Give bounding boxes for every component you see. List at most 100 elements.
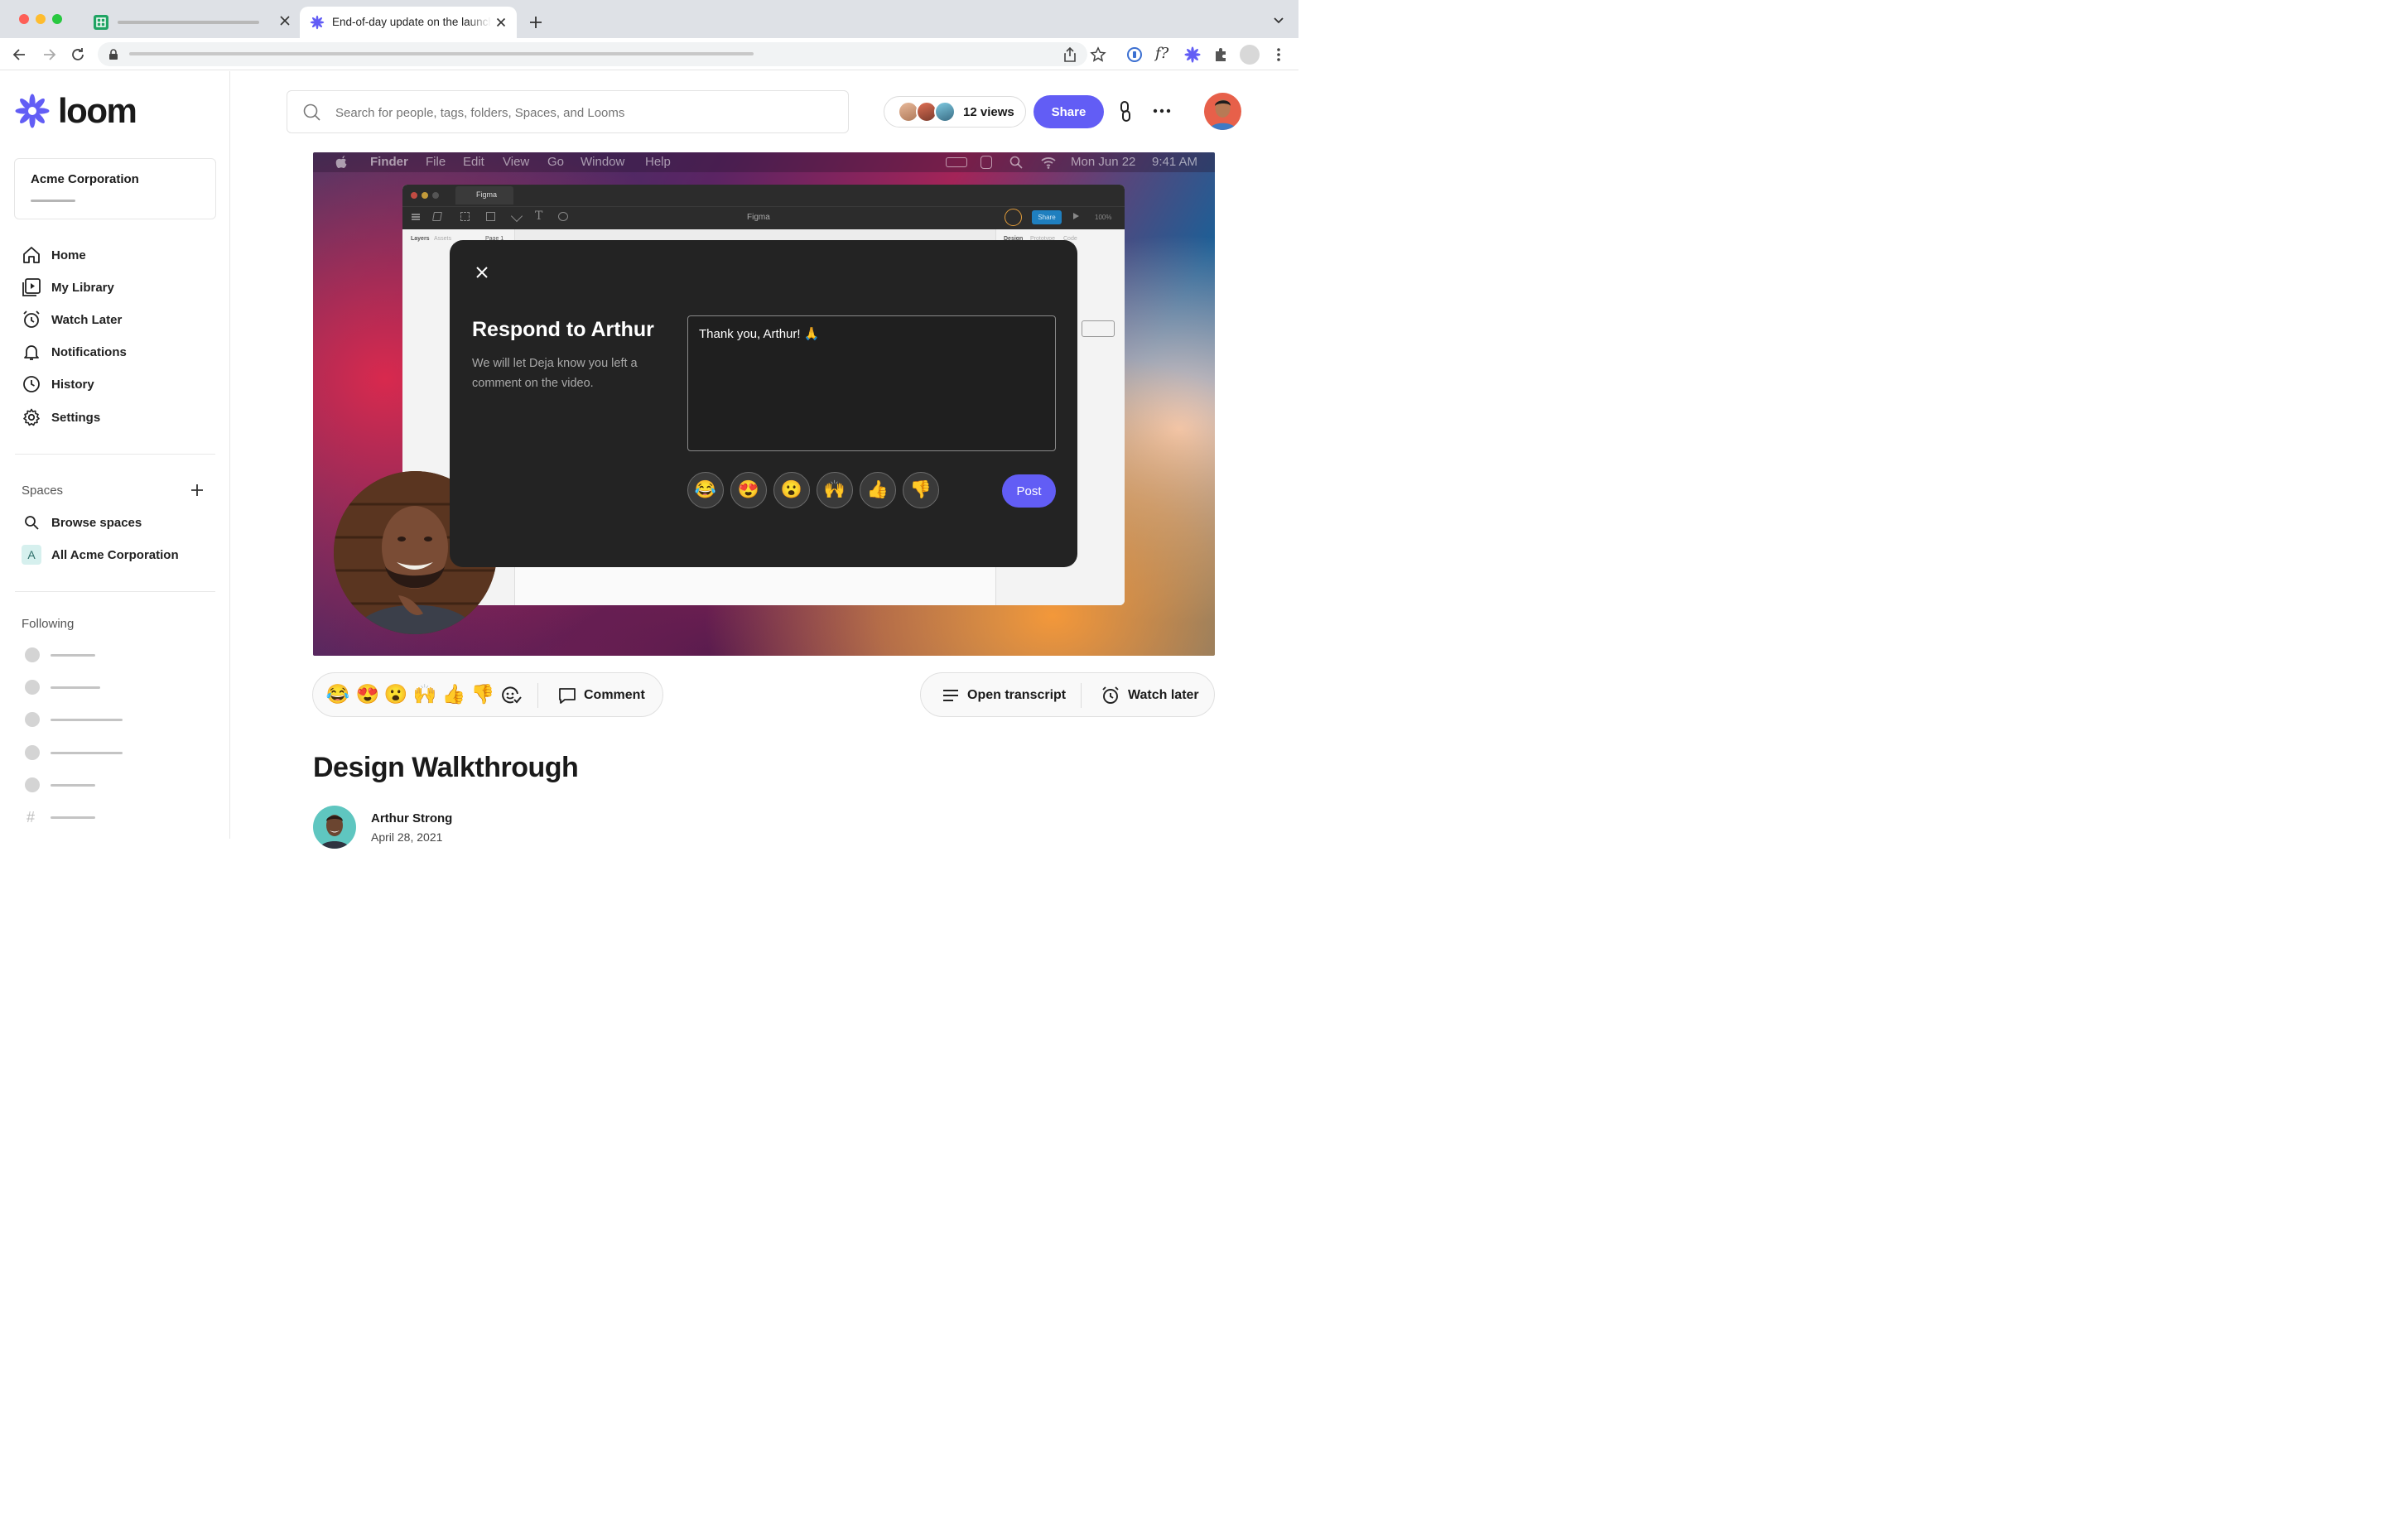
new-tab-icon[interactable] bbox=[528, 15, 543, 30]
sidebar-item-notifications[interactable]: Notifications bbox=[22, 339, 212, 364]
password-extension-icon[interactable] bbox=[1126, 46, 1143, 64]
share-page-icon[interactable] bbox=[1062, 46, 1077, 63]
space-name: All Acme Corporation bbox=[51, 547, 179, 562]
reaction-surprised-button[interactable]: 😮 bbox=[383, 683, 408, 705]
menubar-file: File bbox=[426, 155, 446, 169]
figma-tab-label: Figma bbox=[476, 190, 498, 199]
user-avatar[interactable] bbox=[1204, 93, 1241, 130]
sidebar-item-history[interactable]: History bbox=[22, 372, 212, 397]
workspace-switcher[interactable]: Acme Corporation bbox=[14, 86, 216, 219]
sidebar-item-label: My Library bbox=[51, 280, 114, 295]
sidebar-item-watch-later[interactable]: Watch Later bbox=[22, 307, 212, 332]
sidebar-item-label: Watch Later bbox=[51, 312, 123, 327]
following-avatar[interactable] bbox=[25, 777, 40, 792]
space-item-all-acme[interactable]: A All Acme Corporation bbox=[22, 542, 212, 567]
formula-extension-icon[interactable]: f? bbox=[1155, 45, 1168, 62]
more-options-icon[interactable] bbox=[1152, 103, 1172, 119]
video-title: Design Walkthrough bbox=[313, 752, 579, 783]
spotlight-search-icon bbox=[1009, 156, 1023, 169]
emoji-raised-hands-button[interactable]: 🙌 bbox=[817, 472, 853, 508]
add-reaction-icon[interactable] bbox=[500, 685, 522, 706]
search-box[interactable] bbox=[287, 90, 849, 133]
watch-later-label: Watch later bbox=[1128, 688, 1199, 702]
reaction-raised-hands-button[interactable]: 🙌 bbox=[412, 683, 437, 705]
extensions-puzzle-icon[interactable] bbox=[1212, 46, 1229, 63]
reaction-thumbs-up-button[interactable]: 👍 bbox=[441, 683, 466, 705]
reaction-laugh-button[interactable]: 😂 bbox=[325, 683, 350, 705]
back-arrow-icon[interactable] bbox=[12, 46, 28, 63]
add-space-icon[interactable] bbox=[190, 484, 204, 497]
browse-spaces-item[interactable]: Browse spaces bbox=[22, 510, 212, 535]
emoji-surprised-button[interactable]: 😮 bbox=[773, 472, 810, 508]
sidebar-item-settings[interactable]: Settings bbox=[22, 405, 212, 430]
video-actions-bar: Open transcript Watch later bbox=[920, 672, 1215, 717]
figma-layers-tab: Layers bbox=[411, 236, 430, 242]
sidebar-item-my-library[interactable]: My Library bbox=[22, 275, 212, 300]
window-close-button[interactable] bbox=[19, 14, 29, 24]
sidebar-item-label: History bbox=[51, 377, 94, 392]
figma-file-title: Figma bbox=[747, 213, 770, 222]
hashtag-icon: # bbox=[26, 809, 36, 825]
close-tab-icon[interactable] bbox=[495, 17, 507, 28]
author-avatar[interactable] bbox=[313, 806, 356, 849]
search-input[interactable] bbox=[335, 102, 832, 123]
profile-avatar[interactable] bbox=[1240, 45, 1260, 65]
sidebar-item-label: Home bbox=[51, 248, 86, 262]
emoji-laugh-button[interactable]: 😂 bbox=[687, 472, 724, 508]
menubar-edit: Edit bbox=[463, 155, 484, 169]
watch-later-button[interactable]: Watch later bbox=[1101, 686, 1199, 705]
browser-tab-strip bbox=[0, 0, 1298, 38]
tab-search-chevron-icon[interactable] bbox=[1273, 17, 1284, 25]
author-name[interactable]: Arthur Strong bbox=[371, 811, 452, 825]
views-counter[interactable]: 12 views bbox=[884, 96, 1026, 128]
loom-extension-icon[interactable] bbox=[1184, 46, 1201, 63]
following-name-placeholder[interactable] bbox=[51, 784, 95, 787]
following-name-placeholder[interactable] bbox=[51, 686, 100, 689]
copy-link-icon[interactable] bbox=[1115, 100, 1136, 123]
gear-icon bbox=[23, 408, 40, 426]
open-transcript-label: Open transcript bbox=[967, 688, 1067, 702]
clock-icon bbox=[23, 376, 40, 392]
following-name-placeholder[interactable] bbox=[51, 752, 123, 754]
bookmark-star-icon[interactable] bbox=[1090, 46, 1106, 63]
following-name-placeholder[interactable] bbox=[51, 719, 123, 721]
sidebar-item-label: Notifications bbox=[51, 344, 127, 359]
following-avatar[interactable] bbox=[25, 647, 40, 662]
lock-icon[interactable] bbox=[108, 49, 118, 60]
comment-label: Comment bbox=[584, 688, 645, 702]
sheets-favicon-icon bbox=[94, 15, 108, 30]
emoji-thumbs-down-button[interactable]: 👎 bbox=[903, 472, 939, 508]
control-center-icon bbox=[980, 156, 992, 169]
emoji-thumbs-up-button[interactable]: 👍 bbox=[860, 472, 896, 508]
reaction-heart-eyes-button[interactable]: 😍 bbox=[355, 683, 380, 705]
forward-arrow-icon[interactable] bbox=[41, 46, 57, 63]
views-count: 12 views bbox=[963, 105, 1014, 119]
respond-modal: Respond to Arthur We will let Deja know … bbox=[450, 240, 1077, 567]
spaces-heading: Spaces bbox=[22, 484, 64, 498]
following-avatar[interactable] bbox=[25, 712, 40, 727]
loom-favicon-icon bbox=[310, 15, 325, 30]
following-tag-placeholder[interactable] bbox=[51, 816, 95, 819]
close-tab-icon[interactable] bbox=[279, 15, 291, 26]
inactive-tab-title-placeholder[interactable] bbox=[118, 21, 259, 24]
share-button[interactable]: Share bbox=[1034, 95, 1104, 128]
window-minimize-button[interactable] bbox=[36, 14, 46, 24]
active-tab-title: End-of-day update on the launch bbox=[332, 16, 491, 28]
comment-button[interactable]: Comment bbox=[558, 686, 645, 705]
following-avatar[interactable] bbox=[25, 745, 40, 760]
reply-textarea[interactable] bbox=[687, 315, 1056, 451]
reaction-thumbs-down-button[interactable]: 👎 bbox=[470, 683, 495, 705]
open-transcript-button[interactable]: Open transcript bbox=[942, 686, 1066, 705]
window-zoom-button[interactable] bbox=[52, 14, 62, 24]
figma-assets-tab: Assets bbox=[434, 236, 452, 242]
menubar-view: View bbox=[503, 155, 530, 169]
reload-icon[interactable] bbox=[70, 46, 86, 63]
post-button[interactable]: Post bbox=[1002, 474, 1056, 508]
emoji-heart-eyes-button[interactable]: 😍 bbox=[730, 472, 767, 508]
sidebar-item-home[interactable]: Home bbox=[22, 243, 212, 267]
following-heading: Following bbox=[22, 617, 75, 631]
close-icon[interactable] bbox=[475, 265, 489, 280]
kebab-menu-icon[interactable] bbox=[1273, 46, 1284, 63]
following-name-placeholder[interactable] bbox=[51, 654, 95, 657]
following-avatar[interactable] bbox=[25, 680, 40, 695]
